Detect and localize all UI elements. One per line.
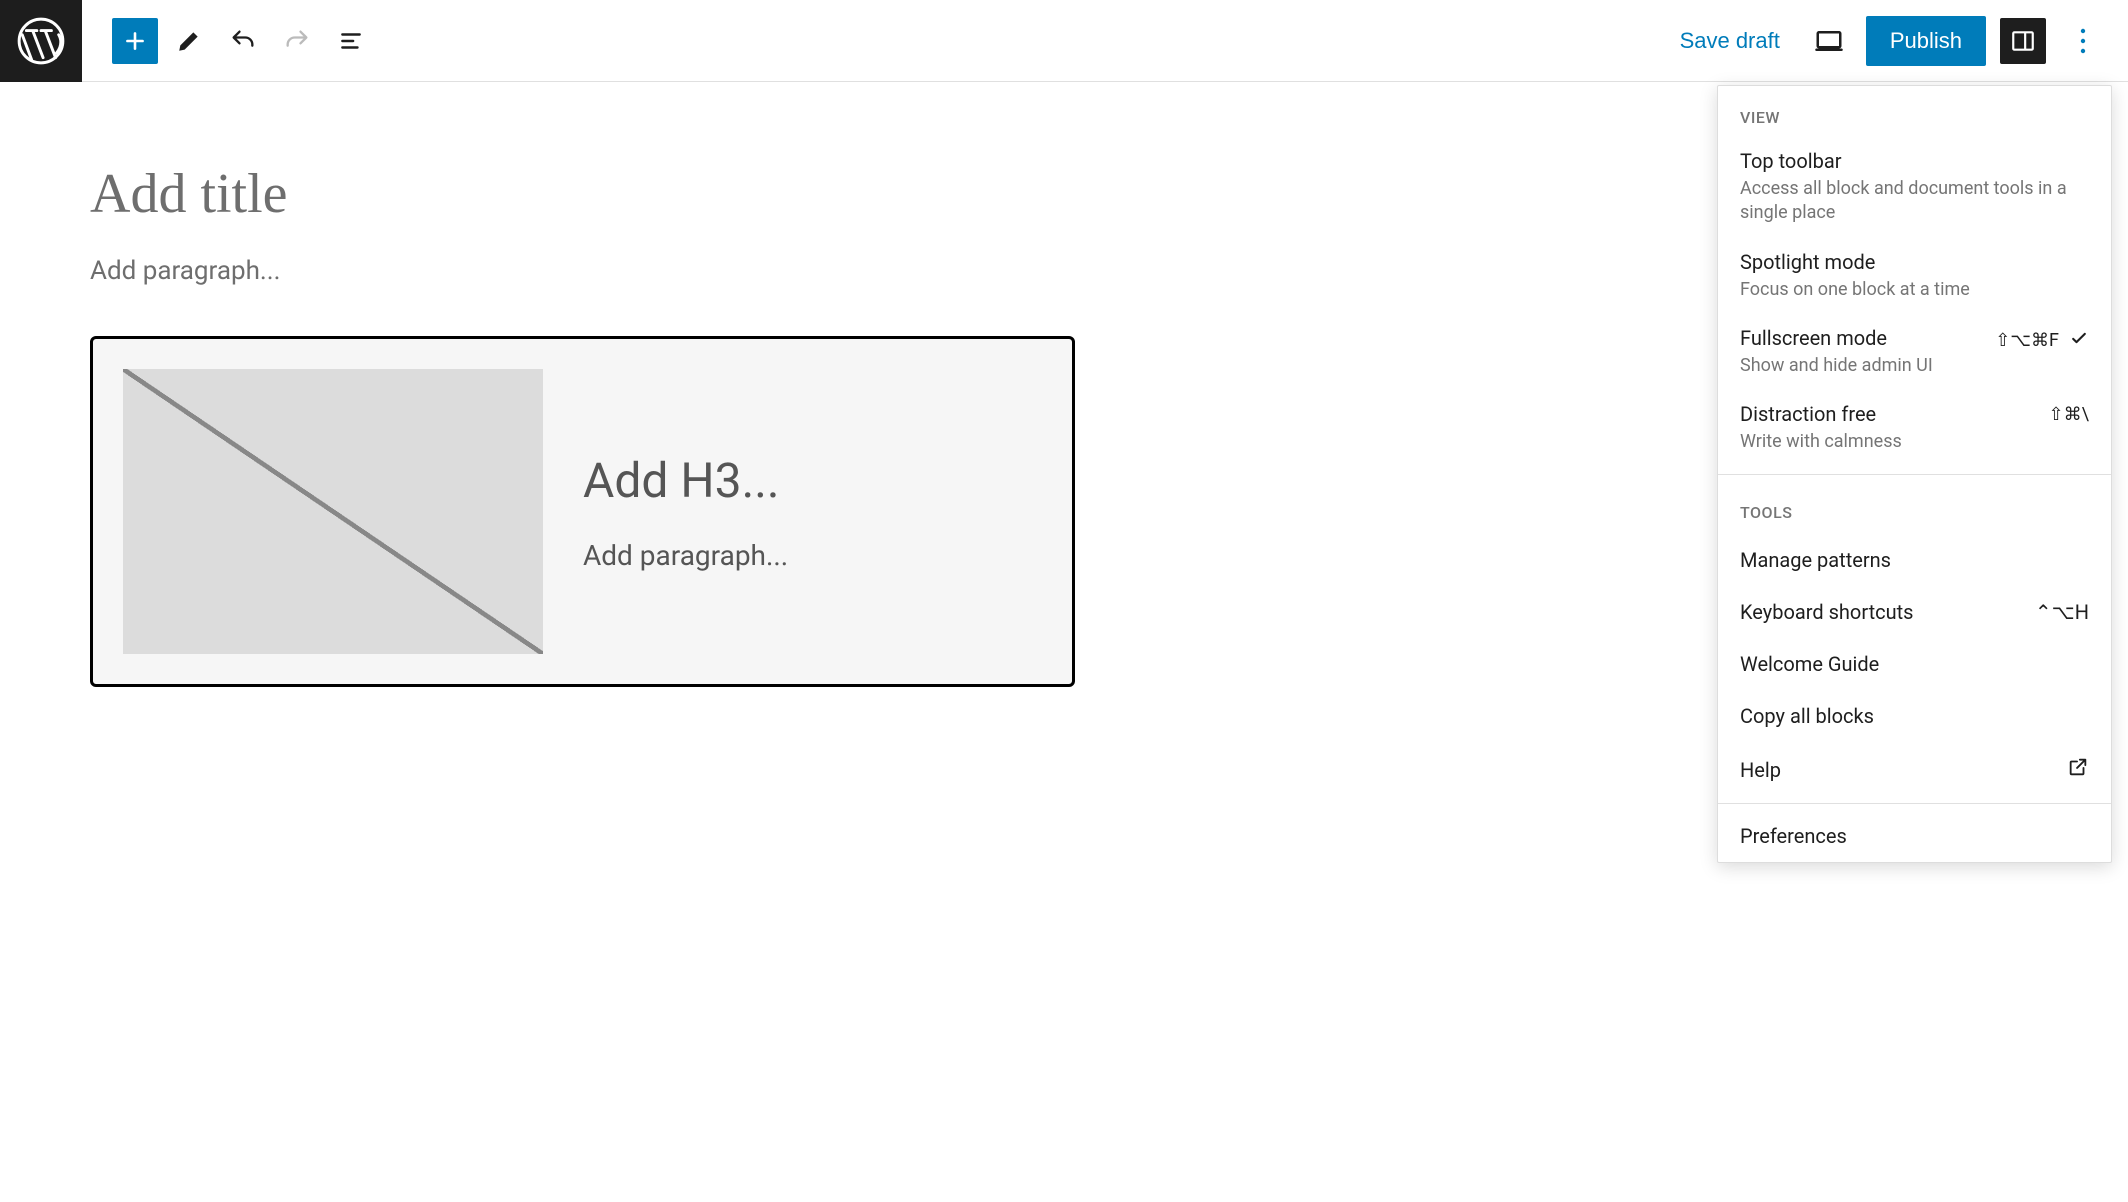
external-link-icon bbox=[2067, 756, 2089, 783]
menu-item-keyboard-shortcuts[interactable]: Keyboard shortcuts ⌃⌥H bbox=[1718, 586, 2111, 638]
wordpress-logo-icon[interactable] bbox=[0, 0, 82, 82]
menu-item-manage-patterns[interactable]: Manage patterns bbox=[1718, 534, 2111, 586]
image-placeholder-icon[interactable] bbox=[123, 369, 543, 654]
menu-separator bbox=[1718, 474, 2111, 475]
editor-top-toolbar: Save draft Publish bbox=[0, 0, 2128, 82]
media-text-block[interactable]: Add H3... Add paragraph... bbox=[90, 336, 1075, 687]
menu-item-distraction-free[interactable]: Distraction free Write with calmness ⇧⌘\ bbox=[1718, 392, 2111, 468]
menu-item-top-toolbar[interactable]: Top toolbar Access all block and documen… bbox=[1718, 139, 2111, 240]
menu-item-copy-all-blocks[interactable]: Copy all blocks bbox=[1718, 690, 2111, 742]
menu-separator bbox=[1718, 803, 2111, 804]
undo-button[interactable] bbox=[220, 18, 266, 64]
right-toolbar: Save draft Publish bbox=[1668, 16, 2128, 66]
tools-section-label: TOOLS bbox=[1718, 481, 2111, 534]
options-dropdown-menu: VIEW Top toolbar Access all block and do… bbox=[1717, 85, 2112, 863]
view-section-label: VIEW bbox=[1718, 86, 2111, 139]
block-inserter-button[interactable] bbox=[112, 18, 158, 64]
options-menu-button[interactable] bbox=[2060, 18, 2106, 64]
publish-button[interactable]: Publish bbox=[1866, 16, 1986, 66]
save-draft-button[interactable]: Save draft bbox=[1668, 20, 1792, 62]
menu-item-preferences[interactable]: Preferences bbox=[1718, 810, 2111, 862]
document-overview-button[interactable] bbox=[328, 18, 374, 64]
preview-button[interactable] bbox=[1806, 18, 1852, 64]
tools-pencil-button[interactable] bbox=[166, 18, 212, 64]
heading-block[interactable]: Add H3... bbox=[583, 452, 1042, 509]
shortcut-label: ⇧⌥⌘F bbox=[1995, 330, 2059, 351]
left-toolbar bbox=[82, 18, 374, 64]
menu-item-help[interactable]: Help bbox=[1718, 742, 2111, 797]
menu-item-welcome-guide[interactable]: Welcome Guide bbox=[1718, 638, 2111, 690]
shortcut-label: ⌃⌥H bbox=[2035, 600, 2089, 624]
shortcut-label: ⇧⌘\ bbox=[2049, 404, 2089, 425]
settings-sidebar-toggle[interactable] bbox=[2000, 18, 2046, 64]
menu-item-spotlight-mode[interactable]: Spotlight mode Focus on one block at a t… bbox=[1718, 240, 2111, 316]
media-text-content: Add H3... Add paragraph... bbox=[583, 452, 1042, 572]
paragraph-block-inner[interactable]: Add paragraph... bbox=[583, 539, 1042, 572]
redo-button[interactable] bbox=[274, 18, 320, 64]
menu-item-fullscreen-mode[interactable]: Fullscreen mode Show and hide admin UI ⇧… bbox=[1718, 316, 2111, 392]
check-icon bbox=[2069, 328, 2089, 353]
